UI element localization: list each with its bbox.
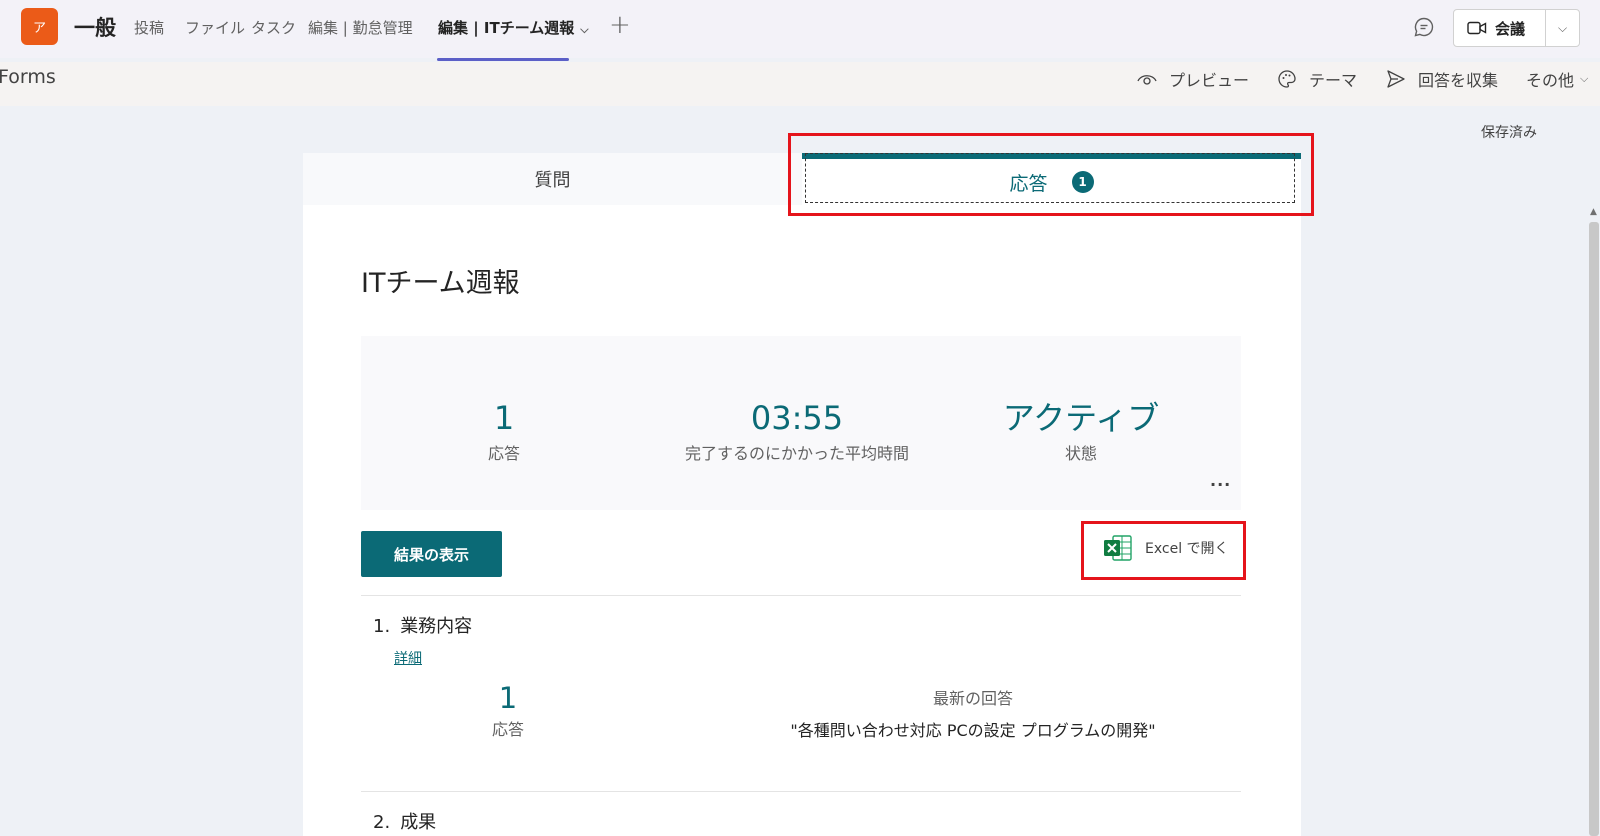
tab-questions[interactable]: 質問 [303, 153, 802, 205]
save-status: 保存済み [1481, 125, 1537, 141]
divider [361, 595, 1241, 596]
question-number: 1. [373, 616, 391, 637]
more-options-icon[interactable]: ... [1210, 471, 1231, 490]
send-icon [1387, 70, 1405, 88]
details-link[interactable]: 詳細 [394, 648, 422, 668]
question-title: 1. 業務内容 [373, 612, 472, 638]
tab-tasks[interactable]: タスク [251, 17, 296, 38]
stat-responses: 1 応答 [459, 398, 549, 464]
tab-attendance[interactable]: 編集 | 勤怠管理 [308, 17, 413, 38]
question-count-label: 応答 [491, 720, 524, 739]
channel-name: 一般 [74, 16, 116, 40]
form-card: 質問 応答 1 ITチーム週報 1 応答 03:55 完了するのにかかった平均時… [303, 153, 1301, 836]
more-button[interactable]: その他 ⌵ [1526, 67, 1588, 91]
tab-it-weekly[interactable]: 編集 | ITチーム週報 ⌵ [438, 17, 589, 38]
tab-posts[interactable]: 投稿 [134, 17, 164, 38]
meeting-label: 会議 [1495, 19, 1526, 38]
stat-state-value: アクティブ [1002, 399, 1160, 437]
form-title: ITチーム週報 [361, 268, 520, 299]
stat-responses-label: 応答 [487, 444, 520, 463]
highlight-box [1081, 521, 1246, 580]
eye-icon [1137, 75, 1157, 85]
highlight-box [788, 133, 1314, 216]
teams-header: ア 一般 投稿 ファイル タスク 編集 | 勤怠管理 編集 | ITチーム週報 ⌵… [0, 0, 1600, 61]
collect-responses-button[interactable]: 回答を収集 [1386, 67, 1498, 91]
stat-responses-value: 1 [493, 399, 515, 437]
meeting-button[interactable]: 会議 ⌵ [1453, 9, 1580, 47]
chevron-down-icon[interactable]: ⌵ [580, 23, 588, 37]
chevron-down-icon[interactable]: ⌵ [1546, 21, 1579, 36]
add-tab-icon[interactable]: + [609, 10, 631, 40]
meeting-main[interactable]: 会議 [1454, 10, 1546, 46]
forms-command-bar: Forms プレビュー テーマ 回答を収集 その他 ⌵ [0, 62, 1600, 106]
question-response-count: 1 応答 [473, 680, 543, 740]
divider [361, 791, 1241, 792]
question-text: 業務内容 [400, 616, 473, 637]
chevron-down-icon: ⌵ [1580, 72, 1589, 85]
tab-questions-label: 質問 [534, 170, 571, 191]
forms-app-label: Forms [0, 66, 56, 88]
question-title: 2. 成果 [373, 808, 436, 834]
question-count-value: 1 [498, 681, 518, 715]
view-results-button[interactable]: 結果の表示 [361, 531, 502, 577]
stat-avg-time: 03:55 完了するのにかかった平均時間 [667, 398, 927, 464]
more-label: その他 [1526, 71, 1575, 90]
latest-response-text: "各種問い合わせ対応 PCの設定 プログラムの開発" [790, 721, 1156, 740]
question-number: 2. [373, 812, 391, 833]
preview-label: プレビュー [1169, 71, 1250, 90]
team-avatar[interactable]: ア [21, 8, 58, 45]
theme-button[interactable]: テーマ [1277, 67, 1357, 91]
stat-state: アクティブ 状態 [1001, 398, 1161, 464]
stat-avg-time-value: 03:55 [750, 399, 844, 437]
question-text: 成果 [400, 812, 437, 833]
video-icon [1467, 21, 1487, 35]
tab-files[interactable]: ファイル [185, 17, 245, 38]
palette-icon [1278, 70, 1296, 88]
latest-response-label: 最新の回答 [932, 689, 1013, 708]
scrollbar[interactable] [1589, 222, 1599, 836]
preview-button[interactable]: プレビュー [1137, 67, 1249, 91]
active-tab-indicator [437, 58, 569, 61]
theme-label: テーマ [1309, 71, 1358, 90]
tab-it-weekly-label: 編集 | ITチーム週報 [438, 19, 575, 37]
response-summary: 1 応答 03:55 完了するのにかかった平均時間 アクティブ 状態 ... [361, 336, 1241, 510]
stat-state-label: 状態 [1064, 444, 1097, 463]
stat-avg-time-label: 完了するのにかかった平均時間 [684, 444, 909, 463]
scroll-up-icon[interactable]: ▲ [1590, 207, 1597, 217]
latest-response: 最新の回答 "各種問い合わせ対応 PCの設定 プログラムの開発" [773, 685, 1173, 741]
collect-label: 回答を収集 [1418, 71, 1499, 90]
chat-icon[interactable] [1413, 16, 1435, 38]
